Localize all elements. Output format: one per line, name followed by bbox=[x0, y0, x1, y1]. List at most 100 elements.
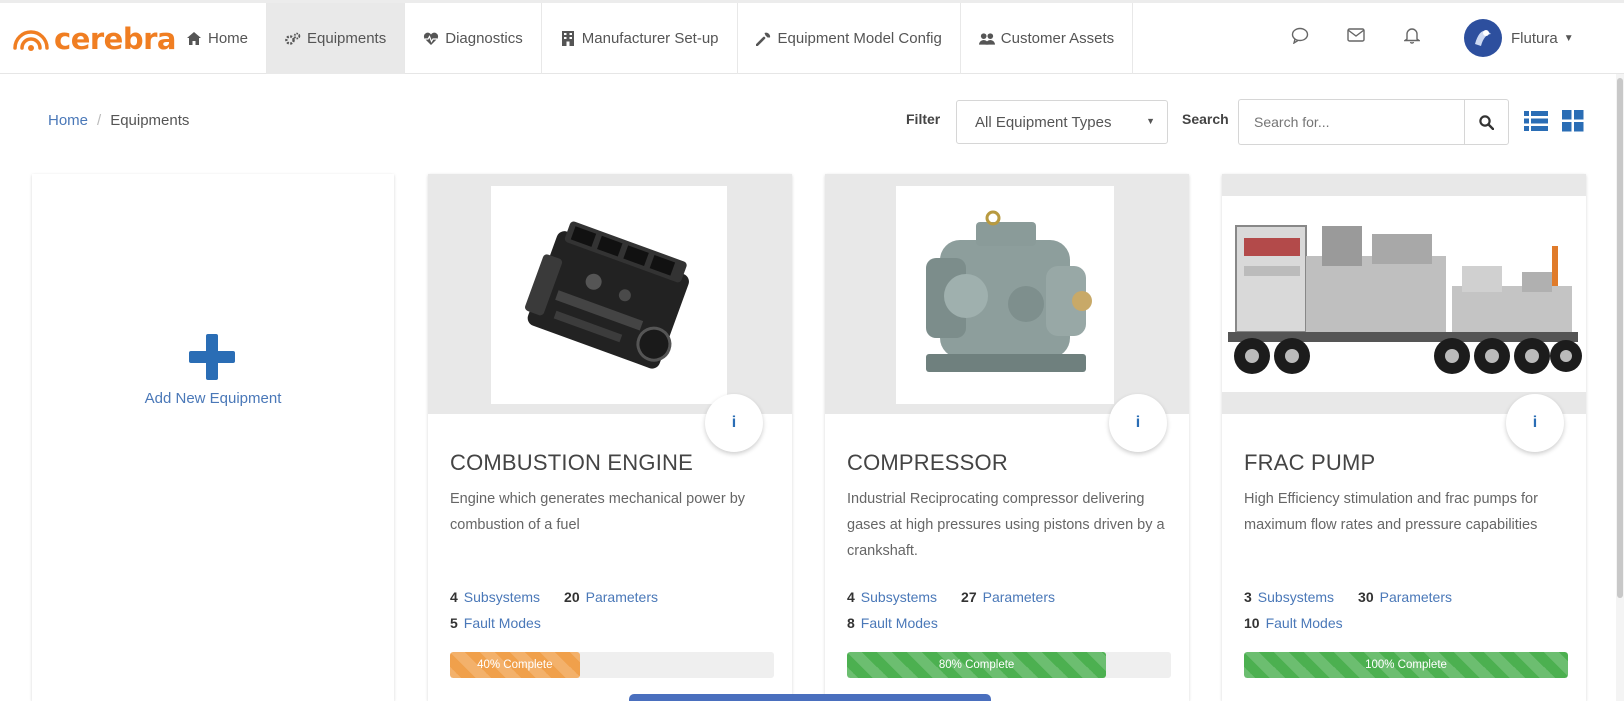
nav-item-equipments[interactable]: Equipments bbox=[267, 3, 406, 74]
search-input[interactable] bbox=[1238, 99, 1464, 145]
equipment-image-area bbox=[825, 174, 1189, 414]
breadcrumb: Home / Equipments bbox=[48, 112, 189, 129]
search-icon bbox=[1479, 114, 1494, 130]
progress-fill: 40% Complete bbox=[450, 652, 580, 678]
equipment-title: FRAC PUMP bbox=[1244, 450, 1376, 475]
nav-label-home: Home bbox=[208, 30, 249, 47]
equipment-description: Industrial Reciprocating compressor deli… bbox=[847, 491, 1165, 559]
nav-item-equipment-model-config[interactable]: Equipment Model Config bbox=[738, 3, 961, 74]
fault-modes-label[interactable]: Fault Modes bbox=[1266, 615, 1343, 631]
parameters-count: 20 bbox=[564, 589, 580, 605]
search-button[interactable] bbox=[1464, 99, 1509, 145]
completion-progress: 80% Complete bbox=[847, 652, 1171, 678]
cerebra-logo[interactable]: cerebra bbox=[12, 19, 176, 59]
equipment-stats: 4 Subsystems 27 Parameters 8 Fault Modes bbox=[847, 584, 1055, 636]
breadcrumb-home[interactable]: Home bbox=[48, 112, 88, 129]
heartbeat-icon bbox=[423, 31, 439, 47]
subsystems-count: 4 bbox=[847, 589, 855, 605]
building-icon bbox=[560, 31, 576, 47]
subsystems-count: 3 bbox=[1244, 589, 1252, 605]
avatar[interactable] bbox=[1464, 19, 1502, 57]
fault-modes-label[interactable]: Fault Modes bbox=[464, 615, 541, 631]
progress-fill: 80% Complete bbox=[847, 652, 1107, 678]
nav-item-diagnostics[interactable]: Diagnostics bbox=[405, 3, 542, 74]
add-new-equipment-card[interactable]: Add New Equipment bbox=[32, 174, 394, 701]
plus-icon bbox=[189, 334, 235, 380]
users-icon bbox=[978, 31, 995, 47]
nav-label-manufacturer-setup: Manufacturer Set-up bbox=[581, 30, 719, 47]
list-view-icon bbox=[1524, 111, 1548, 131]
completion-progress: 40% Complete bbox=[450, 652, 774, 678]
chevron-down-icon: ▼ bbox=[1563, 32, 1574, 44]
subsystems-label[interactable]: Subsystems bbox=[1258, 589, 1334, 605]
bottom-popup-tab[interactable] bbox=[629, 694, 991, 701]
equipment-description: High Efficiency stimulation and frac pum… bbox=[1244, 491, 1538, 533]
grid-view-button[interactable] bbox=[1562, 110, 1584, 132]
main-nav: Home Equipments Diagnostics Manufacturer… bbox=[168, 3, 1134, 74]
compressor-image bbox=[896, 186, 1114, 404]
frac-pump-image bbox=[1222, 196, 1586, 392]
info-button[interactable]: i bbox=[705, 394, 763, 452]
search-label: Search bbox=[1182, 111, 1229, 127]
equipment-title: COMPRESSOR bbox=[847, 450, 1008, 475]
user-menu[interactable]: Flutura ▼ bbox=[1464, 19, 1574, 57]
info-button[interactable]: i bbox=[1109, 394, 1167, 452]
parameters-count: 30 bbox=[1358, 589, 1374, 605]
nav-label-equipment-model-config: Equipment Model Config bbox=[777, 30, 942, 47]
home-icon bbox=[186, 31, 202, 47]
user-avatar-icon bbox=[1475, 30, 1491, 46]
info-icon: i bbox=[1532, 414, 1538, 431]
wrench-icon bbox=[756, 31, 772, 47]
equipment-card-frac-pump[interactable]: i FRAC PUMP High Efficiency stimulation … bbox=[1222, 174, 1586, 701]
gears-icon bbox=[285, 31, 301, 47]
equipment-stats: 3 Subsystems 30 Parameters 10 Fault Modes bbox=[1244, 584, 1452, 636]
nav-item-customer-assets[interactable]: Customer Assets bbox=[961, 3, 1134, 74]
nav-label-diagnostics: Diagnostics bbox=[445, 30, 523, 47]
list-view-button[interactable] bbox=[1524, 110, 1548, 132]
combustion-engine-image bbox=[491, 186, 727, 404]
logo-text: cerebra bbox=[54, 22, 176, 56]
completion-progress: 100% Complete bbox=[1244, 652, 1568, 678]
equipment-image-area bbox=[428, 174, 792, 414]
chat-icon[interactable] bbox=[1290, 25, 1310, 45]
grid-view-icon bbox=[1562, 110, 1584, 132]
info-button[interactable]: i bbox=[1506, 394, 1564, 452]
equipment-image-area bbox=[1222, 174, 1586, 414]
caret-down-icon: ▼ bbox=[1146, 116, 1155, 126]
equipment-description: Engine which generates mechanical power … bbox=[450, 491, 746, 533]
info-icon: i bbox=[731, 414, 737, 431]
top-icons-group bbox=[1290, 25, 1422, 45]
nav-label-equipments: Equipments bbox=[307, 30, 387, 47]
info-icon: i bbox=[1135, 414, 1141, 431]
bell-icon[interactable] bbox=[1402, 25, 1422, 45]
user-name: Flutura bbox=[1511, 29, 1558, 47]
nav-item-manufacturer-setup[interactable]: Manufacturer Set-up bbox=[542, 3, 738, 74]
page-scrollbar[interactable] bbox=[1616, 74, 1624, 701]
equipment-stats: 4 Subsystems 20 Parameters 5 Fault Modes bbox=[450, 584, 658, 636]
top-navbar: cerebra Home Equipments Diagnostics Manu… bbox=[0, 0, 1624, 74]
fault-modes-count: 8 bbox=[847, 615, 855, 631]
fault-modes-count: 5 bbox=[450, 615, 458, 631]
parameters-label[interactable]: Parameters bbox=[1380, 589, 1452, 605]
cerebra-logo-icon bbox=[13, 30, 49, 51]
scrollbar-thumb[interactable] bbox=[1617, 78, 1623, 598]
equipment-type-select-value: All Equipment Types bbox=[975, 113, 1112, 131]
equipment-type-select[interactable]: All Equipment Types ▼ bbox=[956, 100, 1168, 144]
nav-label-customer-assets: Customer Assets bbox=[1000, 30, 1115, 47]
fault-modes-label[interactable]: Fault Modes bbox=[861, 615, 938, 631]
parameters-count: 27 bbox=[961, 589, 977, 605]
parameters-label[interactable]: Parameters bbox=[983, 589, 1055, 605]
subsystems-label[interactable]: Subsystems bbox=[861, 589, 937, 605]
add-new-equipment-label: Add New Equipment bbox=[144, 390, 282, 407]
equipment-card-combustion-engine[interactable]: i COMBUSTION ENGINE Engine which generat… bbox=[428, 174, 792, 701]
breadcrumb-separator: / bbox=[97, 112, 102, 129]
nav-item-home[interactable]: Home bbox=[168, 3, 268, 74]
equipment-title: COMBUSTION ENGINE bbox=[450, 450, 693, 475]
subsystems-label[interactable]: Subsystems bbox=[464, 589, 540, 605]
equipment-card-compressor[interactable]: i COMPRESSOR Industrial Reciprocating co… bbox=[825, 174, 1189, 701]
progress-fill: 100% Complete bbox=[1244, 652, 1568, 678]
fault-modes-count: 10 bbox=[1244, 615, 1260, 631]
parameters-label[interactable]: Parameters bbox=[586, 589, 658, 605]
subsystems-count: 4 bbox=[450, 589, 458, 605]
mail-icon[interactable] bbox=[1346, 25, 1366, 45]
